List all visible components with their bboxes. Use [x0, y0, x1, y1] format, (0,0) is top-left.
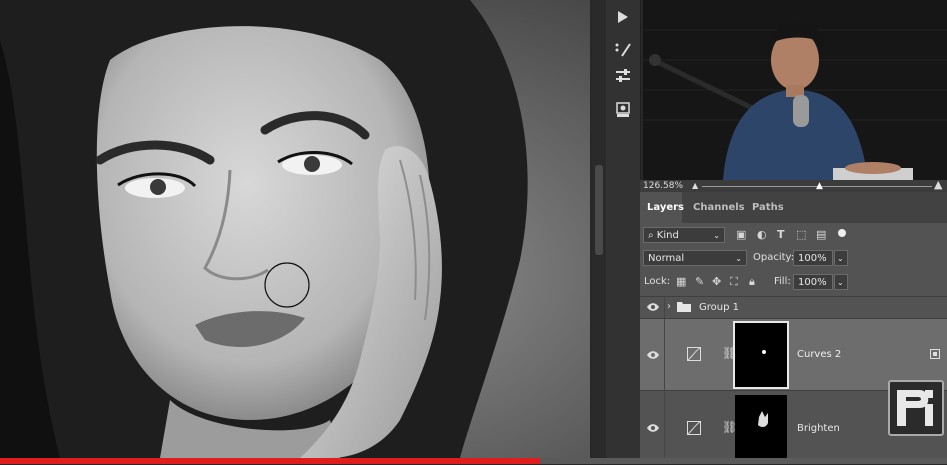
pi-logo-icon [897, 390, 933, 426]
layer-row-group-1[interactable]: › Group 1 [640, 296, 947, 318]
video-progress-fill [0, 458, 540, 464]
folder-icon [677, 302, 691, 312]
portrait-photo [0, 0, 590, 458]
fill-label: Fill: [774, 276, 791, 287]
blend-mode-select[interactable]: Normal ⌄ [643, 250, 747, 266]
panel-dock-strip [606, 0, 641, 458]
fill-input[interactable]: 100% [793, 274, 833, 290]
chevron-down-icon: ⌄ [735, 254, 742, 263]
search-icon: ⌕ [648, 230, 654, 241]
presenter-video [643, 0, 947, 180]
tab-channels[interactable]: Channels [693, 202, 745, 213]
adjustment-filter-icon[interactable]: ◐ [757, 228, 767, 241]
layer-name[interactable]: Brighten [797, 423, 840, 434]
mask-highlight [762, 350, 766, 354]
layer-mask-thumbnail[interactable] [733, 321, 789, 389]
filter-kind-select[interactable]: ⌕ Kind ⌄ [643, 227, 725, 243]
video-progress-bar[interactable] [0, 458, 947, 464]
zoom-bar: 126.58% ▲ ▲ ▲ [640, 179, 947, 192]
mask-hand-shape [758, 411, 768, 428]
type-filter-icon[interactable]: T [777, 228, 785, 241]
blend-mode-row: Normal ⌄ Opacity: 100% ⌄ [640, 249, 947, 267]
filter-kind-label: Kind [656, 230, 679, 241]
webcam-overlay [643, 0, 947, 180]
expand-group-icon[interactable]: › [667, 301, 671, 312]
opacity-input[interactable]: 100% [793, 250, 833, 266]
filter-toggle-icon[interactable] [838, 229, 846, 237]
lock-image-icon[interactable]: ✎ [695, 275, 704, 288]
layer-name[interactable]: Curves 2 [797, 349, 841, 360]
zoom-in-icon[interactable]: ▲ [934, 179, 942, 191]
zoom-level: 126.58% [643, 181, 684, 191]
opacity-label: Opacity: [753, 252, 795, 263]
curves-adjustment-icon[interactable] [687, 347, 701, 361]
canvas-vertical-scrollbar[interactable] [592, 0, 606, 458]
lock-row: Lock: ▦ ✎ ✥ ⛶ 🔒︎ Fill: 100% ⌄ [640, 273, 947, 291]
fill-value: 100% [798, 277, 827, 288]
lock-position-icon[interactable]: ✥ [712, 275, 721, 288]
properties-icon[interactable] [611, 98, 635, 122]
document-canvas[interactable] [0, 0, 590, 458]
fill-dropdown[interactable]: ⌄ [834, 274, 848, 290]
opacity-value: 100% [798, 253, 827, 264]
visibility-eye-icon[interactable] [646, 423, 660, 433]
lock-all-icon[interactable]: 🔒︎ [749, 275, 755, 289]
channel-watermark-logo [888, 380, 944, 436]
visibility-eye-icon[interactable] [646, 302, 660, 312]
tab-layers[interactable]: Layers [647, 202, 684, 213]
layer-filter-row: ⌕ Kind ⌄ ▣ ◐ T ⬚ ▤ [640, 226, 947, 244]
adjustments-sliders-icon[interactable] [611, 64, 635, 88]
layer-mask-thumbnail[interactable] [735, 395, 787, 461]
zoom-slider-thumb[interactable]: ▲ [816, 180, 823, 192]
visibility-eye-icon[interactable] [646, 350, 660, 360]
play-actions-icon[interactable] [611, 5, 635, 29]
shape-filter-icon[interactable]: ⬚ [796, 228, 806, 241]
blend-mode-value: Normal [648, 253, 685, 264]
curves-adjustment-icon[interactable] [687, 421, 701, 435]
lock-artboard-icon[interactable]: ⛶ [730, 275, 738, 289]
smart-object-filter-icon[interactable]: ▤ [816, 228, 826, 241]
opacity-dropdown[interactable]: ⌄ [834, 250, 848, 266]
layer-name[interactable]: Group 1 [699, 302, 739, 313]
tab-paths[interactable]: Paths [752, 202, 784, 213]
lock-transparent-icon[interactable]: ▦ [676, 275, 686, 288]
zoom-out-icon[interactable]: ▲ [692, 180, 698, 192]
panel-tabs: Layers Channels Paths [640, 192, 947, 223]
chevron-down-icon: ⌄ [713, 231, 720, 240]
scrollbar-thumb[interactable] [595, 165, 603, 255]
brush-settings-icon[interactable] [611, 38, 635, 62]
clipping-mask-icon [930, 349, 940, 359]
pixel-filter-icon[interactable]: ▣ [736, 228, 746, 241]
lock-label: Lock: [644, 276, 671, 287]
